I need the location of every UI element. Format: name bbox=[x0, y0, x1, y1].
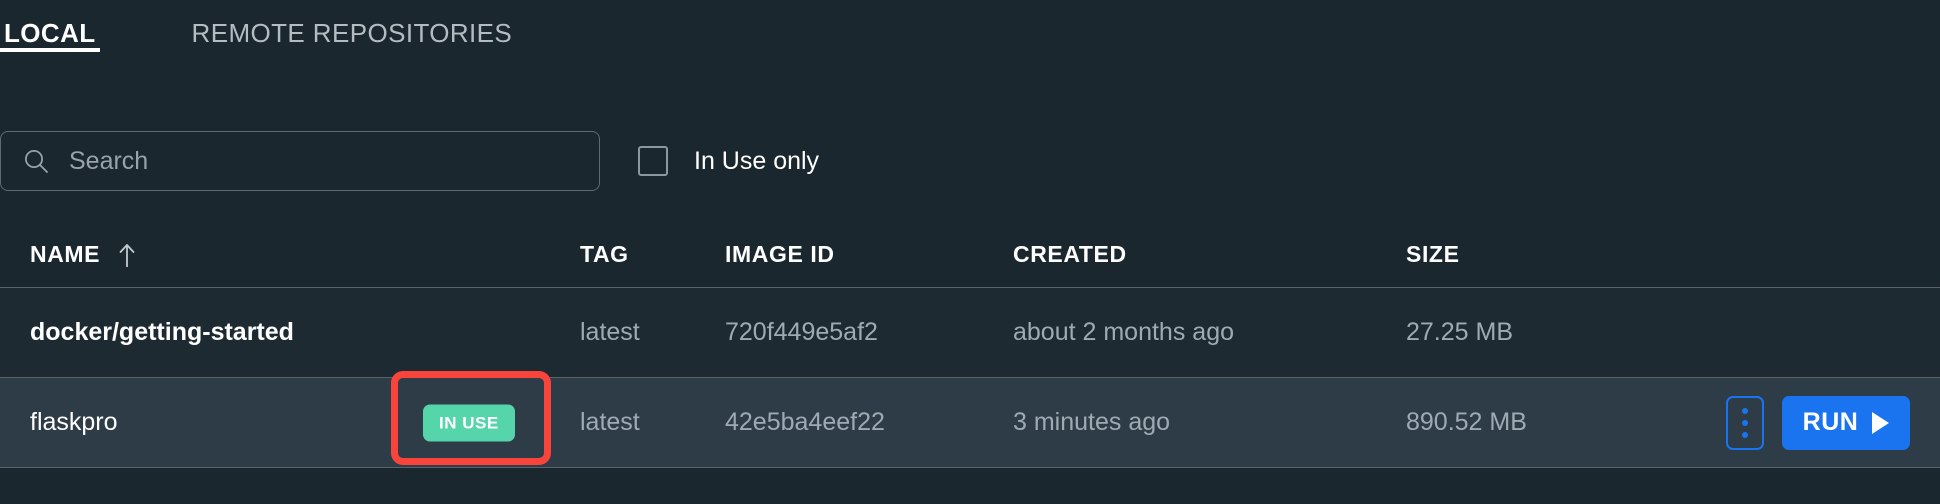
search-input[interactable] bbox=[49, 132, 599, 190]
column-header-size[interactable]: SIZE bbox=[1406, 241, 1706, 268]
column-header-created[interactable]: CREATED bbox=[1013, 241, 1406, 268]
column-header-tag[interactable]: TAG bbox=[580, 241, 725, 268]
row-image-tag: latest bbox=[580, 408, 640, 436]
row-image-name: docker/getting-started bbox=[30, 318, 294, 346]
kebab-dot-icon bbox=[1742, 419, 1748, 426]
row-image-tag: latest bbox=[580, 318, 640, 346]
filter-row: In Use only bbox=[0, 130, 1940, 192]
row-image-size: 27.25 MB bbox=[1406, 318, 1514, 346]
table-header-row: NAME TAG IMAGE ID CREATED SIZE bbox=[0, 222, 1940, 288]
tab-bar: LOCAL REMOTE REPOSITORIES bbox=[0, 0, 1940, 66]
in-use-only-filter[interactable]: In Use only bbox=[638, 146, 819, 176]
tab-local[interactable]: LOCAL bbox=[0, 0, 100, 66]
column-header-size-label: SIZE bbox=[1406, 241, 1460, 267]
run-button-label: RUN bbox=[1802, 408, 1859, 436]
column-header-tag-label: TAG bbox=[580, 241, 629, 267]
kebab-dot-icon bbox=[1742, 431, 1748, 438]
column-header-created-label: CREATED bbox=[1013, 241, 1127, 267]
search-box[interactable] bbox=[0, 131, 600, 191]
row-image-size: 890.52 MB bbox=[1406, 408, 1527, 436]
tab-remote-repositories[interactable]: REMOTE REPOSITORIES bbox=[190, 0, 515, 66]
column-header-image-id-label: IMAGE ID bbox=[725, 241, 835, 267]
play-icon bbox=[1872, 411, 1890, 434]
tab-remote-repositories-label: REMOTE REPOSITORIES bbox=[191, 17, 513, 48]
images-table: NAME TAG IMAGE ID CREATED SIZE docker/ge… bbox=[0, 222, 1940, 468]
row-image-name-text: flaskpro bbox=[30, 408, 118, 436]
table-row[interactable]: docker/getting-started latest 720f449e5a… bbox=[0, 288, 1940, 378]
run-button[interactable]: RUN bbox=[1782, 395, 1910, 450]
row-image-id: 42e5ba4eef22 bbox=[725, 408, 885, 436]
column-header-name[interactable]: NAME bbox=[0, 241, 580, 268]
row-image-created: 3 minutes ago bbox=[1013, 408, 1171, 436]
row-image-id: 720f449e5af2 bbox=[725, 318, 878, 346]
in-use-only-checkbox[interactable] bbox=[638, 146, 668, 176]
in-use-badge: IN USE bbox=[423, 404, 515, 441]
row-image-created: about 2 months ago bbox=[1013, 318, 1234, 346]
in-use-only-label: In Use only bbox=[694, 146, 820, 175]
search-icon bbox=[23, 148, 49, 174]
column-header-image-id[interactable]: IMAGE ID bbox=[725, 241, 1013, 268]
more-options-button[interactable] bbox=[1726, 395, 1764, 450]
row-actions: RUN bbox=[1706, 395, 1940, 450]
kebab-dot-icon bbox=[1742, 407, 1748, 414]
sort-ascending-icon bbox=[118, 242, 136, 268]
column-header-name-label: NAME bbox=[30, 241, 101, 267]
table-row[interactable]: flaskpro IN USE latest 42e5ba4eef22 3 mi… bbox=[0, 371, 1940, 468]
docker-desktop-images-panel: LOCAL REMOTE REPOSITORIES In Use only bbox=[0, 0, 1940, 504]
tab-local-label: LOCAL bbox=[4, 17, 96, 48]
